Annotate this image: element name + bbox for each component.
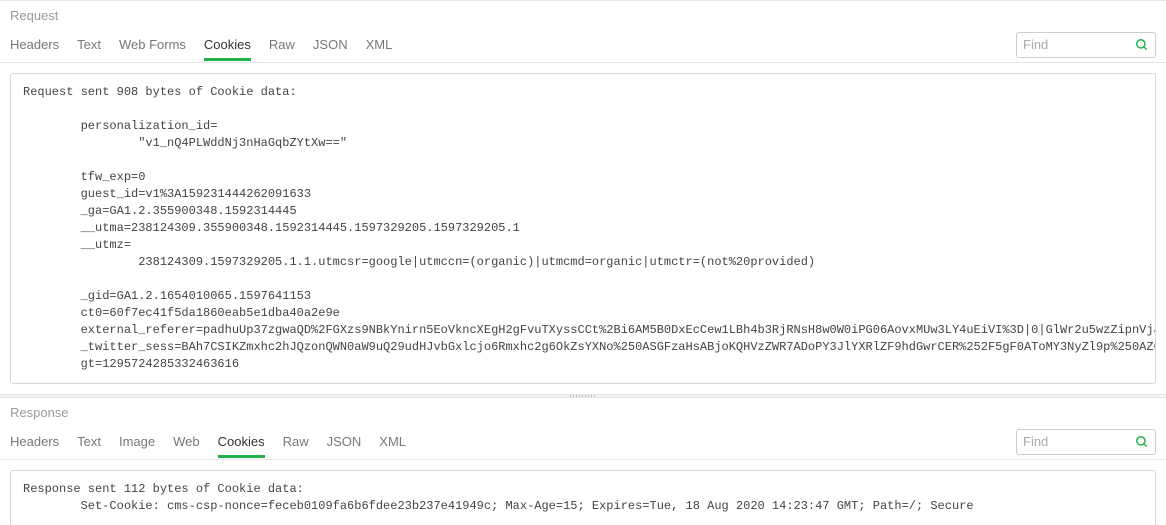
tab-raw[interactable]: Raw: [269, 29, 295, 60]
tab-web[interactable]: Web: [173, 426, 200, 457]
response-tabs: Headers Text Image Web Cookies Raw JSON …: [10, 426, 1016, 457]
request-search-box[interactable]: [1016, 32, 1156, 58]
tab-headers[interactable]: Headers: [10, 426, 59, 457]
tab-json[interactable]: JSON: [313, 29, 348, 60]
tab-text[interactable]: Text: [77, 426, 101, 457]
request-tab-bar: Headers Text Web Forms Cookies Raw JSON …: [0, 27, 1166, 63]
tab-json[interactable]: JSON: [327, 426, 362, 457]
tab-xml[interactable]: XML: [379, 426, 406, 457]
search-input[interactable]: [1023, 37, 1135, 52]
request-tabs: Headers Text Web Forms Cookies Raw JSON …: [10, 29, 1016, 60]
tab-xml[interactable]: XML: [366, 29, 393, 60]
panel-divider[interactable]: [0, 394, 1166, 398]
response-tab-bar: Headers Text Image Web Cookies Raw JSON …: [0, 424, 1166, 460]
response-cookie-box: Response sent 112 bytes of Cookie data: …: [10, 470, 1156, 525]
tab-text[interactable]: Text: [77, 29, 101, 60]
tab-raw[interactable]: Raw: [283, 426, 309, 457]
request-cookie-box: Request sent 908 bytes of Cookie data: p…: [10, 73, 1156, 384]
response-search-box[interactable]: [1016, 429, 1156, 455]
response-cookie-content: Response sent 112 bytes of Cookie data: …: [23, 481, 1143, 515]
search-icon[interactable]: [1135, 38, 1149, 52]
response-panel: Response Headers Text Image Web Cookies …: [0, 398, 1166, 525]
response-title: Response: [0, 398, 1166, 424]
tab-cookies[interactable]: Cookies: [204, 29, 251, 60]
search-icon[interactable]: [1135, 435, 1149, 449]
tab-headers[interactable]: Headers: [10, 29, 59, 60]
search-input[interactable]: [1023, 434, 1135, 449]
request-title: Request: [0, 1, 1166, 27]
request-cookie-content: Request sent 908 bytes of Cookie data: p…: [23, 84, 1143, 373]
tab-webforms[interactable]: Web Forms: [119, 29, 186, 60]
tab-cookies[interactable]: Cookies: [218, 426, 265, 457]
tab-image[interactable]: Image: [119, 426, 155, 457]
request-panel: Request Headers Text Web Forms Cookies R…: [0, 0, 1166, 384]
